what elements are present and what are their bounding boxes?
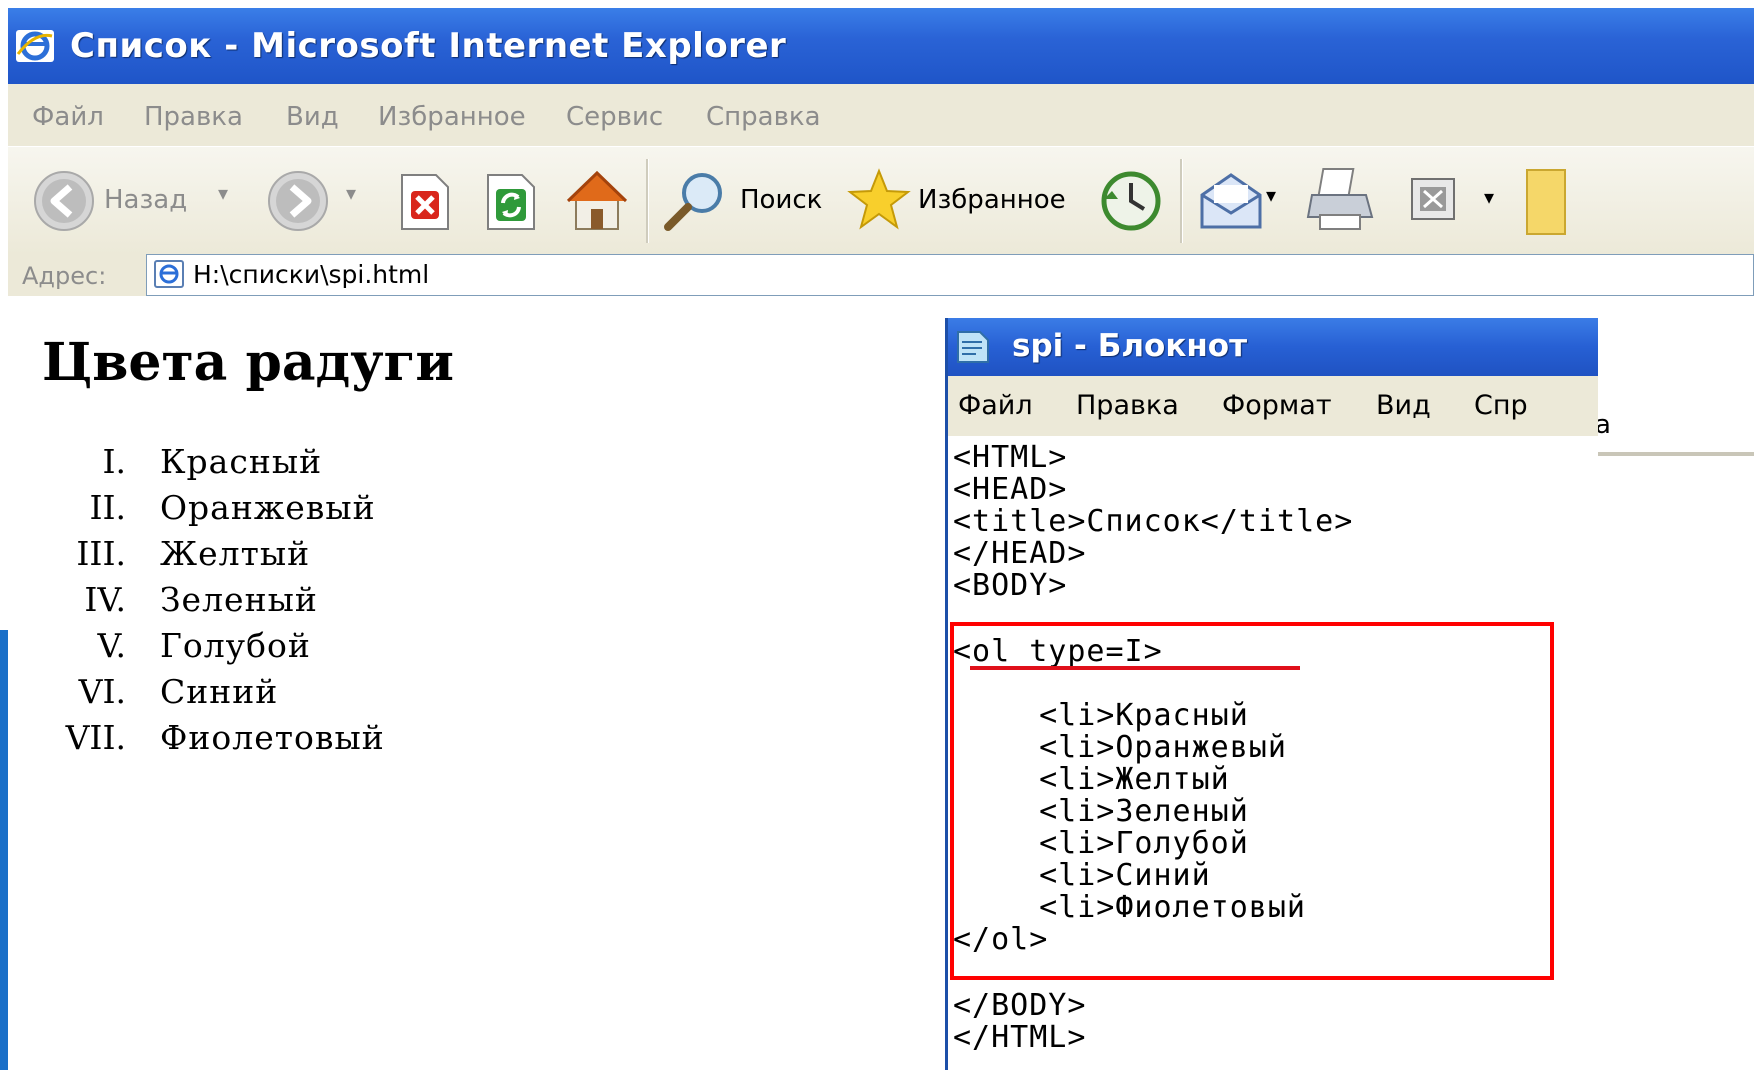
favorites-star-icon xyxy=(847,168,911,230)
page-icon xyxy=(154,260,184,288)
notepad-menu-file[interactable]: Файл xyxy=(958,390,1033,421)
list-text: Оранжевый xyxy=(160,488,376,527)
back-arrow-icon xyxy=(34,171,94,231)
window-title: Список - Microsoft Internet Explorer xyxy=(70,26,787,66)
back-dropdown-icon[interactable]: ▾ xyxy=(218,181,228,205)
list-text: Зеленый xyxy=(160,580,318,619)
edit-dropdown-icon[interactable]: ▾ xyxy=(1484,185,1494,209)
address-bar: Адрес: H:\списки\spi.html xyxy=(8,254,1754,298)
code-line: <title>Список</title> xyxy=(953,504,1354,539)
notepad-menu-bar: Файл Правка Формат Вид Спр xyxy=(948,376,1598,436)
code-line: <HTML> xyxy=(953,440,1068,475)
highlight-box xyxy=(950,622,1554,980)
favorites-label: Избранное xyxy=(918,185,1066,215)
folder-icon[interactable] xyxy=(1526,169,1566,235)
notepad-menu-edit[interactable]: Правка xyxy=(1076,390,1179,421)
forward-dropdown-icon[interactable]: ▾ xyxy=(346,181,356,205)
toolbar: Назад ▾ ▾ Поиск Избранное ▾ ▾ xyxy=(8,146,1754,255)
menu-help[interactable]: Справка xyxy=(706,102,821,132)
notepad-icon xyxy=(957,331,989,363)
notepad-menu-format[interactable]: Формат xyxy=(1222,390,1332,421)
address-input[interactable]: H:\списки\spi.html xyxy=(146,254,1754,296)
search-label: Поиск xyxy=(740,185,823,215)
menu-file[interactable]: Файл xyxy=(32,102,104,132)
refresh-icon[interactable] xyxy=(484,173,538,231)
underline-mark xyxy=(970,666,1300,670)
menu-tools[interactable]: Сервис xyxy=(566,102,663,132)
code-line: <BODY> xyxy=(953,568,1068,603)
list-text: Желтый xyxy=(160,534,311,573)
toolbar-separator xyxy=(646,159,649,243)
list-number: III. xyxy=(76,534,126,573)
search-icon xyxy=(664,173,722,231)
stray-divider xyxy=(1595,452,1754,456)
notepad-titlebar[interactable]: spi - Блокнот xyxy=(948,318,1598,376)
list-number: VI. xyxy=(78,672,126,711)
mail-icon xyxy=(1200,173,1262,229)
ie-logo-icon xyxy=(16,30,54,62)
menu-bar: Файл Правка Вид Избранное Сервис Справка xyxy=(8,84,1754,146)
list-number: IV. xyxy=(84,580,126,619)
code-line: </HEAD> xyxy=(953,536,1087,571)
list-text: Голубой xyxy=(160,626,311,665)
toolbar-separator xyxy=(1180,159,1183,243)
history-icon[interactable] xyxy=(1098,169,1164,233)
address-label: Адрес: xyxy=(22,262,107,290)
menu-view[interactable]: Вид xyxy=(286,102,339,132)
edit-button[interactable]: ▾ xyxy=(1408,171,1518,231)
notepad-menu-help[interactable]: Спр xyxy=(1474,390,1528,421)
page-heading: Цвета радуги xyxy=(42,332,454,393)
list-number: II. xyxy=(89,488,126,527)
list-text: Фиолетовый xyxy=(160,718,385,757)
address-url: H:\списки\spi.html xyxy=(193,260,430,289)
list-number: V. xyxy=(97,626,126,665)
back-button[interactable]: Назад ▾ xyxy=(28,165,248,235)
back-label: Назад xyxy=(104,185,188,215)
home-icon[interactable] xyxy=(564,167,630,233)
list-number: VII. xyxy=(65,718,126,757)
mail-button[interactable]: ▾ xyxy=(1198,169,1298,233)
forward-button[interactable]: ▾ xyxy=(262,165,372,235)
print-icon[interactable] xyxy=(1306,165,1376,235)
code-line: </HTML> xyxy=(953,1020,1087,1055)
list-text: Красный xyxy=(160,442,323,481)
list-text: Синий xyxy=(160,672,279,711)
menu-edit[interactable]: Правка xyxy=(144,102,243,132)
mail-dropdown-icon[interactable]: ▾ xyxy=(1266,183,1276,207)
code-line: <HEAD> xyxy=(953,472,1068,507)
search-button[interactable]: Поиск xyxy=(660,165,830,235)
list-number: I. xyxy=(102,442,126,481)
stop-icon[interactable] xyxy=(398,173,452,231)
forward-arrow-icon xyxy=(268,171,328,231)
edit-icon xyxy=(1411,178,1455,220)
menu-favorites[interactable]: Избранное xyxy=(378,102,526,132)
code-line: </BODY> xyxy=(953,988,1087,1023)
favorites-button[interactable]: Избранное xyxy=(846,165,1086,235)
notepad-title: spi - Блокнот xyxy=(1012,328,1248,364)
ie-titlebar[interactable]: Список - Microsoft Internet Explorer xyxy=(8,8,1754,84)
notepad-menu-view[interactable]: Вид xyxy=(1376,390,1431,421)
